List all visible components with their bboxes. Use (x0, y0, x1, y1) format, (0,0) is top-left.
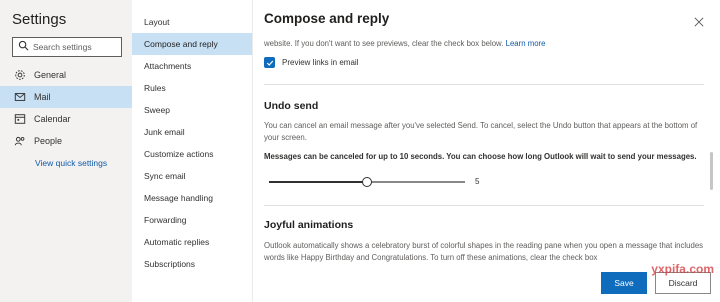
joyful-animations-description: Outlook automatically shows a celebrator… (264, 241, 704, 262)
sub-item-customize-actions[interactable]: Customize actions (132, 143, 252, 165)
slider-thumb[interactable] (362, 177, 372, 187)
sub-item-sweep[interactable]: Sweep (132, 99, 252, 121)
page-title: Compose and reply (264, 11, 390, 26)
undo-send-heading: Undo send (264, 100, 319, 112)
preview-description: website. If you don't want to see previe… (264, 39, 546, 48)
sub-item-message-handling[interactable]: Message handling (132, 187, 252, 209)
preview-links-checkbox-row[interactable]: Preview links in email (264, 57, 358, 68)
section-divider (264, 84, 704, 85)
nav-item-mail[interactable]: Mail (0, 86, 132, 108)
sub-item-attachments[interactable]: Attachments (132, 55, 252, 77)
sub-item-sync-email[interactable]: Sync email (132, 165, 252, 187)
sub-item-subscriptions[interactable]: Subscriptions (132, 253, 252, 275)
sub-item-layout[interactable]: Layout (132, 11, 252, 33)
search-input[interactable] (33, 42, 123, 52)
mail-icon (13, 91, 26, 104)
people-icon (13, 135, 26, 148)
view-quick-settings-link[interactable]: View quick settings (35, 158, 107, 168)
checkbox-checked-icon[interactable] (264, 57, 275, 68)
nav-item-people[interactable]: People (0, 130, 132, 152)
settings-content: Compose and reply website. If you don't … (253, 0, 720, 302)
calendar-icon (13, 113, 26, 126)
sub-item-automatic-replies[interactable]: Automatic replies (132, 231, 252, 253)
undo-send-description: You can cancel an email message after yo… (264, 121, 698, 142)
search-box[interactable] (12, 37, 123, 57)
nav-item-label: Calendar (34, 114, 71, 124)
preview-links-label: Preview links in email (282, 58, 359, 67)
close-icon[interactable] (694, 14, 706, 27)
search-icon (18, 38, 29, 56)
watermark: yxpifa.com (651, 262, 714, 276)
settings-nav-pane: Settings General Mail Calendar People Vi… (0, 0, 132, 302)
learn-more-link[interactable]: Learn more (506, 39, 546, 48)
nav-item-label: Mail (34, 92, 51, 102)
gear-icon (13, 69, 26, 82)
sub-item-forwarding[interactable]: Forwarding (132, 209, 252, 231)
joyful-animations-heading: Joyful animations (264, 219, 354, 231)
settings-title: Settings (12, 11, 67, 28)
mail-settings-list: Layout Compose and reply Attachments Rul… (132, 0, 253, 302)
sub-item-compose-and-reply[interactable]: Compose and reply (132, 33, 252, 55)
nav-item-label: People (34, 136, 63, 146)
undo-send-slider[interactable] (269, 176, 465, 188)
nav-item-general[interactable]: General (0, 64, 132, 86)
nav-item-calendar[interactable]: Calendar (0, 108, 132, 130)
nav-item-label: General (34, 70, 67, 80)
save-button[interactable]: Save (601, 272, 647, 294)
undo-send-info: Messages can be canceled for up to 10 se… (264, 152, 697, 161)
slider-fill (269, 181, 367, 183)
slider-value: 5 (475, 177, 480, 186)
scrollbar[interactable] (710, 152, 713, 190)
sub-item-junk-email[interactable]: Junk email (132, 121, 252, 143)
section-divider (264, 205, 704, 206)
sub-item-rules[interactable]: Rules (132, 77, 252, 99)
